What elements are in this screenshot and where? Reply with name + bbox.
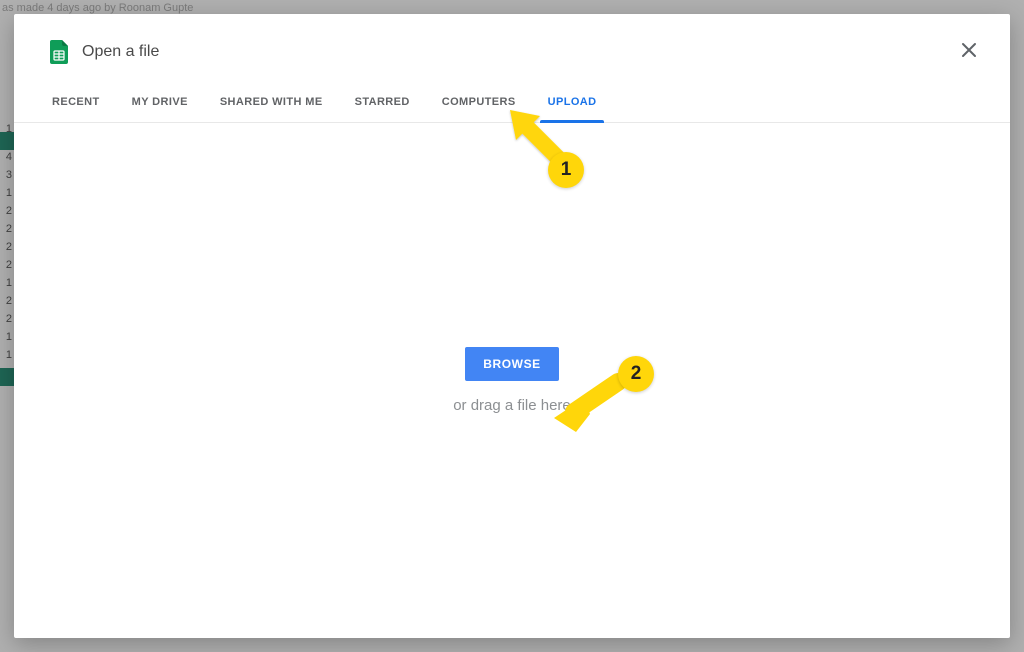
tab-label: MY DRIVE (132, 96, 188, 108)
drag-file-hint: or drag a file here (453, 397, 571, 414)
sheets-icon (50, 40, 68, 64)
close-button[interactable] (954, 37, 984, 67)
tab-shared-with-me[interactable]: SHARED WITH ME (204, 96, 339, 122)
tab-label: UPLOAD (548, 96, 597, 108)
dialog-title: Open a file (82, 43, 159, 61)
close-icon (961, 42, 977, 62)
tab-starred[interactable]: STARRED (339, 96, 426, 122)
browse-button[interactable]: BROWSE (465, 347, 559, 381)
tab-upload[interactable]: UPLOAD (532, 96, 613, 122)
tab-label: COMPUTERS (442, 96, 516, 108)
tab-label: SHARED WITH ME (220, 96, 323, 108)
tabs-row: RECENT MY DRIVE SHARED WITH ME STARRED C… (14, 96, 1010, 123)
upload-drop-area[interactable]: BROWSE or drag a file here (14, 123, 1010, 638)
header-left: Open a file (50, 40, 159, 64)
tab-my-drive[interactable]: MY DRIVE (116, 96, 204, 122)
dialog-header: Open a file (14, 14, 1010, 72)
tab-label: RECENT (52, 96, 100, 108)
tab-recent[interactable]: RECENT (36, 96, 116, 122)
tab-computers[interactable]: COMPUTERS (426, 96, 532, 122)
open-file-dialog: Open a file RECENT MY DRIVE SHARED WITH … (14, 14, 1010, 638)
tab-label: STARRED (355, 96, 410, 108)
